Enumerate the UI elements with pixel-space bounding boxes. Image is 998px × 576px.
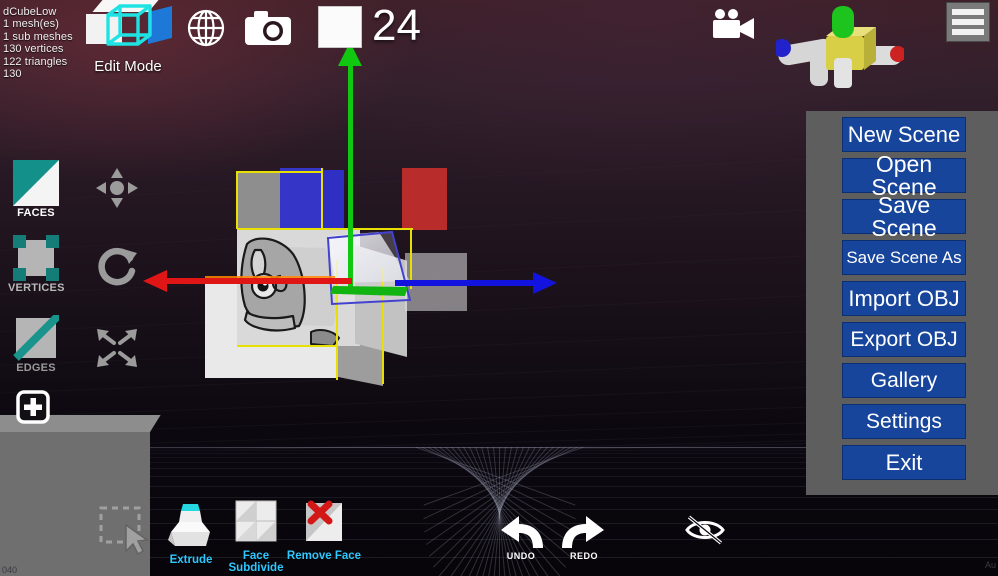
selection-edge [237, 171, 323, 173]
face-subdivide-label-line1: Face [242, 550, 270, 562]
redo-arrow-icon [562, 516, 604, 548]
remove-face-label: Remove Face [286, 550, 362, 562]
menu-item-label: New Scene [847, 121, 961, 147]
redo-button[interactable]: REDO [554, 514, 614, 561]
edges-icon [13, 312, 62, 361]
menu-item-save-scene-as[interactable]: Save Scene As [842, 240, 966, 275]
mesh-face-blue [280, 168, 322, 230]
gizmo-axis-y[interactable] [348, 55, 353, 287]
vertices-icon [13, 235, 59, 281]
remove-face-tool-button[interactable]: Remove Face [281, 500, 367, 562]
menu-item-import-obj[interactable]: Import OBJ [842, 281, 966, 316]
menu-item-label: Export OBJ [850, 328, 958, 351]
eye-off-icon[interactable] [684, 514, 726, 546]
menu-item-label: Exit [885, 449, 923, 475]
subdivision-count: 24 [372, 1, 421, 50]
redo-label: REDO [569, 551, 598, 561]
mesh-face-red [402, 168, 447, 230]
wireframe-cube-icon [106, 4, 152, 46]
color-swatch[interactable] [318, 6, 362, 48]
stat-line: 130 vertices [3, 43, 64, 56]
move-arrows-icon[interactable] [96, 168, 138, 208]
plus-square-icon[interactable] [16, 390, 50, 424]
camera-icon[interactable] [244, 10, 292, 46]
faces-icon [13, 160, 59, 206]
stat-line: 1 mesh(es) [3, 18, 60, 31]
face-subdivide-label-line2: Subdivide [228, 562, 284, 574]
gizmo-axis-x[interactable] [167, 278, 352, 284]
sidebar-label-edges: EDGES [16, 362, 56, 374]
menu-item-label: Settings [866, 410, 942, 433]
stat-line: 122 triangles [3, 55, 68, 68]
video-camera-icon[interactable] [710, 8, 756, 42]
hamburger-bar [952, 29, 984, 35]
sidebar-label-faces: FACES [17, 207, 55, 219]
gizmo-axis-x-arrow[interactable] [143, 270, 167, 292]
selection-edge [237, 345, 337, 347]
rotate-arrow-icon[interactable] [97, 245, 139, 289]
remove-face-icon [306, 500, 342, 541]
edit-mode-button[interactable]: Edit Mode [86, 0, 172, 76]
stat-line: 130 [3, 68, 22, 81]
sidebar-item-edges[interactable]: EDGES [8, 312, 64, 374]
undo-label: UNDO [506, 551, 536, 561]
face-subdivide-icon [235, 500, 277, 542]
selection-edge [236, 171, 238, 229]
sidebar-label-vertices: VERTICES [8, 282, 65, 294]
view-orientation-gizmo[interactable] [776, 6, 904, 90]
corner-text-left: 040 [2, 565, 18, 575]
main-menu-panel: New Scene Open Scene Save Scene Save Scene … [806, 111, 998, 495]
globe-icon[interactable] [186, 8, 226, 48]
stat-line: 1 sub meshes [3, 30, 73, 43]
gizmo-axis-z-arrow[interactable] [533, 272, 557, 294]
hamburger-bar [952, 9, 984, 15]
stat-line: dCubeLow [3, 6, 57, 18]
menu-item-gallery[interactable]: Gallery [842, 363, 966, 398]
menu-item-new-scene[interactable]: New Scene [842, 117, 966, 152]
hamburger-bar [952, 19, 984, 25]
app-root: dCubeLow 1 mesh(es) 1 sub meshes 130 ver… [0, 0, 998, 576]
hamburger-menu-button[interactable] [946, 2, 990, 42]
menu-item-open-scene[interactable]: Open Scene [842, 152, 966, 198]
menu-item-label: Save Scene [871, 191, 937, 241]
menu-item-export-obj[interactable]: Export OBJ [842, 322, 966, 357]
edit-mode-label: Edit Mode [94, 58, 162, 75]
menu-item-settings[interactable]: Settings [842, 404, 966, 439]
sidebar-item-faces[interactable]: FACES [8, 160, 64, 219]
extrude-icon [168, 504, 210, 546]
menu-item-label: Gallery [870, 369, 938, 392]
selection-edge [321, 168, 323, 230]
menu-item-label: Save Scene As [846, 248, 962, 267]
mesh-stats-panel: dCubeLow 1 mesh(es) 1 sub meshes 130 ver… [3, 6, 73, 80]
menu-item-save-scene[interactable]: Save Scene [842, 193, 966, 239]
corner-text-right: Au [984, 560, 996, 570]
menu-item-exit[interactable]: Exit [842, 445, 966, 480]
sidebar-item-vertices[interactable]: VERTICES [8, 235, 64, 294]
gizmo-axis-z[interactable] [395, 280, 535, 286]
undo-arrow-icon [501, 516, 543, 548]
undo-button[interactable]: UNDO [491, 514, 551, 561]
scale-arrows-icon[interactable] [94, 326, 140, 370]
marquee-select-icon[interactable] [98, 505, 152, 555]
menu-item-label: Import OBJ [848, 285, 960, 311]
selected-face-outline [326, 230, 412, 306]
